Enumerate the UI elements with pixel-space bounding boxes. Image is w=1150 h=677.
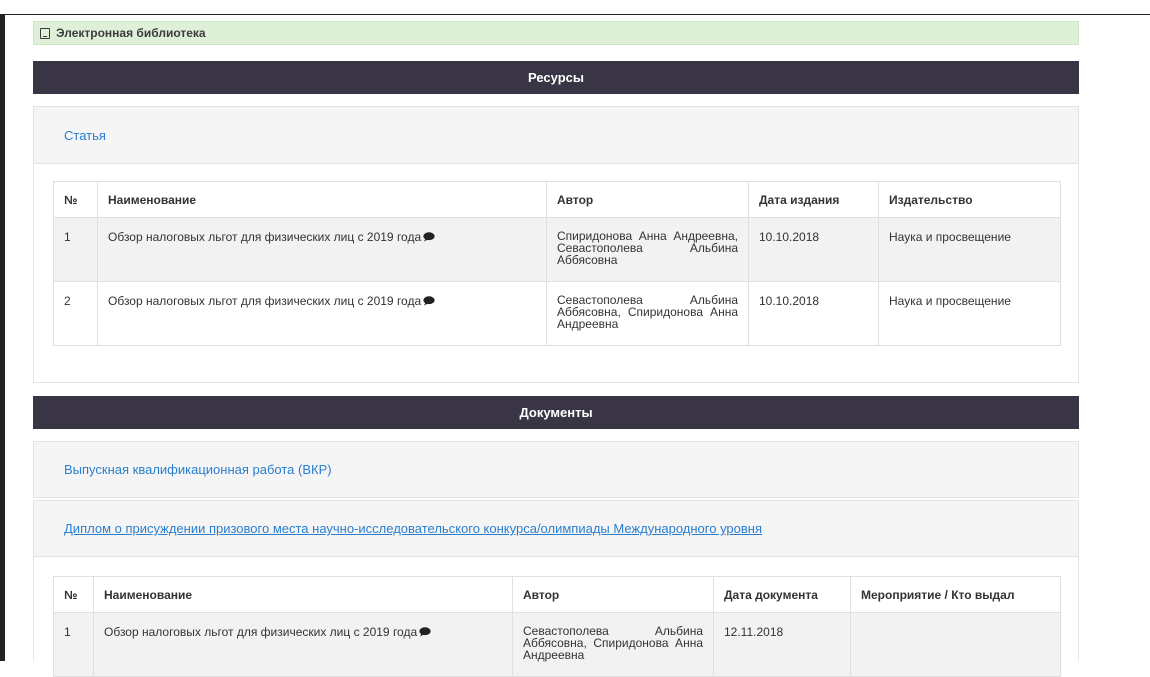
table-row: 1 Обзор налоговых льгот для физических л… — [53, 217, 1061, 282]
row-number: 1 — [53, 612, 94, 677]
documents-category-header: Диплом о присуждении призового места нау… — [34, 501, 1078, 557]
row-date: 10.10.2018 — [748, 217, 879, 282]
column-header-date: Дата издания — [748, 181, 879, 218]
row-number: 1 — [53, 217, 98, 282]
row-publisher: Наука и просвещение — [878, 281, 1061, 346]
row-event — [850, 612, 1061, 677]
column-header-number: № — [53, 576, 94, 613]
comment-icon[interactable] — [419, 627, 431, 637]
row-title: Обзор налоговых льгот для физических лиц… — [93, 612, 513, 677]
column-header-publisher: Издательство — [878, 181, 1061, 218]
left-edge-bar — [0, 14, 5, 661]
tablet-icon — [40, 27, 50, 39]
resources-section-title: Ресурсы — [528, 70, 584, 85]
row-publisher: Наука и просвещение — [878, 217, 1061, 282]
row-title-text: Обзор налоговых льгот для физических лиц… — [108, 230, 422, 244]
library-header: Электронная библиотека — [33, 21, 1079, 45]
row-title: Обзор налоговых льгот для физических лиц… — [97, 281, 547, 346]
documents-section-bar: Документы — [33, 396, 1079, 429]
library-title: Электронная библиотека — [56, 26, 206, 40]
comment-icon[interactable] — [423, 232, 435, 242]
documents-table: № Наименование Автор Дата документа Меро… — [53, 576, 1061, 677]
comment-icon[interactable] — [423, 296, 435, 306]
row-date: 12.11.2018 — [713, 612, 851, 677]
column-header-title: Наименование — [97, 181, 547, 218]
row-title: Обзор налоговых льгот для физических лиц… — [97, 217, 547, 282]
row-date: 10.10.2018 — [748, 281, 879, 346]
column-header-author: Автор — [546, 181, 749, 218]
column-header-number: № — [53, 181, 98, 218]
category-link-diploma[interactable]: Диплом о присуждении призового места нау… — [64, 521, 762, 536]
table-row: 2 Обзор налоговых льгот для физических л… — [53, 281, 1061, 346]
top-divider — [0, 14, 1150, 15]
table-header-row: № Наименование Автор Дата документа Меро… — [53, 576, 1061, 613]
column-header-title: Наименование — [93, 576, 513, 613]
documents-section-title: Документы — [519, 405, 593, 420]
column-header-event: Мероприятие / Кто выдал — [850, 576, 1061, 613]
row-author: Севастополева Альбина Аббясовна, Спиридо… — [512, 612, 714, 677]
row-author: Спиридонова Анна Андреевна, Севастополев… — [546, 217, 749, 282]
table-header-row: № Наименование Автор Дата издания Издате… — [53, 181, 1061, 218]
row-title-text: Обзор налоговых льгот для физических лиц… — [108, 294, 422, 308]
category-link-vkr[interactable]: Выпускная квалификационная работа (ВКР) — [64, 462, 332, 477]
resources-section-bar: Ресурсы — [33, 61, 1079, 94]
resources-table: № Наименование Автор Дата издания Издате… — [53, 181, 1061, 346]
documents-category-panel-1: Выпускная квалификационная работа (ВКР) — [33, 441, 1079, 498]
row-number: 2 — [53, 281, 98, 346]
column-header-author: Автор — [512, 576, 714, 613]
table-row: 1 Обзор налоговых льгот для физических л… — [53, 612, 1061, 677]
resources-category-header: Статья — [34, 107, 1078, 164]
column-header-date: Дата документа — [713, 576, 851, 613]
row-title-text: Обзор налоговых льгот для физических лиц… — [104, 625, 418, 639]
category-link-article[interactable]: Статья — [64, 128, 106, 143]
row-author: Севастополева Альбина Аббясовна, Спиридо… — [546, 281, 749, 346]
documents-category-header: Выпускная квалификационная работа (ВКР) — [34, 442, 1078, 497]
